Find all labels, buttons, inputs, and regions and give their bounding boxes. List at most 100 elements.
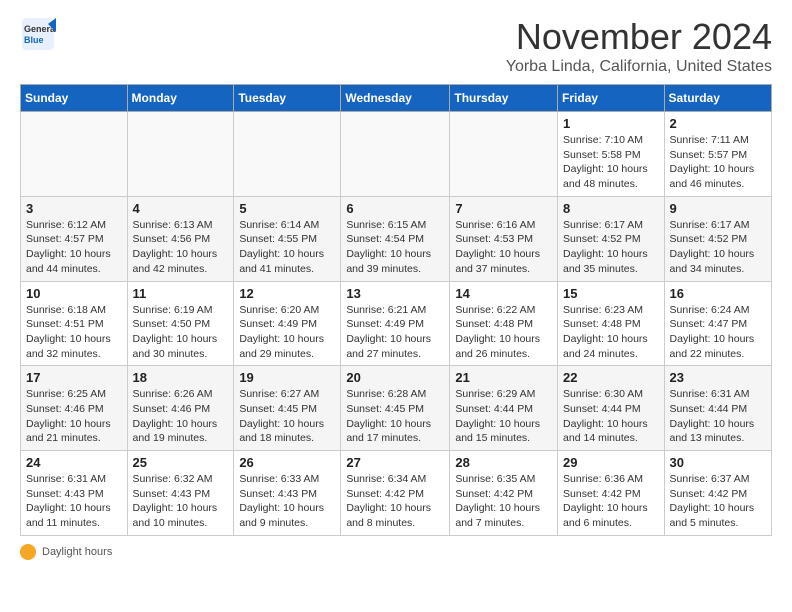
calendar-cell: 17 Sunrise: 6:25 AM Sunset: 4:46 PM Dayli… [21,366,128,451]
calendar-cell [234,112,341,197]
day-info: Sunrise: 6:21 AM Sunset: 4:49 PM Dayligh… [346,303,444,362]
day-number: 11 [133,286,229,301]
day-number: 16 [670,286,766,301]
calendar-cell: 18 Sunrise: 6:26 AM Sunset: 4:46 PM Dayli… [127,366,234,451]
day-number: 19 [239,370,335,385]
day-info: Sunrise: 6:34 AM Sunset: 4:42 PM Dayligh… [346,472,444,531]
day-number: 1 [563,116,659,131]
calendar-cell: 28Sunrise: 6:35 AM Sunset: 4:42 PM Dayli… [450,451,558,536]
day-number: 4 [133,201,229,216]
calendar-header-cell: Tuesday [234,85,341,112]
day-info: Sunrise: 6:17 AM Sunset: 4:52 PM Dayligh… [670,218,766,277]
day-number: 6 [346,201,444,216]
day-info: Sunrise: 6:16 AM Sunset: 4:53 PM Dayligh… [455,218,552,277]
logo: General Blue [20,16,56,52]
day-number: 3 [26,201,122,216]
calendar-cell: 29 Sunrise: 6:36 AM Sunset: 4:42 PM Dayli… [558,451,665,536]
calendar-cell: 30 Sunrise: 6:37 AM Sunset: 4:42 PM Dayli… [664,451,771,536]
day-number: 14 [455,286,552,301]
calendar-week-row: 17 Sunrise: 6:25 AM Sunset: 4:46 PM Dayli… [21,366,772,451]
calendar-table: SundayMondayTuesdayWednesdayThursdayFrid… [20,84,772,536]
day-number: 28 [455,455,552,470]
calendar-cell: 10 Sunrise: 6:18 AM Sunset: 4:51 PM Dayli… [21,281,128,366]
day-number: 29 [563,455,659,470]
day-info: Sunrise: 6:31 AM Sunset: 4:44 PM Dayligh… [670,387,766,446]
page-header: General Blue November 2024 Yorba Linda, … [20,16,772,76]
daylight-label: Daylight hours [42,546,112,558]
calendar-cell: 14 Sunrise: 6:22 AM Sunset: 4:48 PM Dayli… [450,281,558,366]
calendar-cell [450,112,558,197]
day-info: Sunrise: 6:23 AM Sunset: 4:48 PM Dayligh… [563,303,659,362]
day-number: 5 [239,201,335,216]
day-info: Sunrise: 6:22 AM Sunset: 4:48 PM Dayligh… [455,303,552,362]
calendar-cell: 3 Sunrise: 6:12 AM Sunset: 4:57 PM Daylig… [21,196,128,281]
day-number: 12 [239,286,335,301]
day-info: Sunrise: 6:30 AM Sunset: 4:44 PM Dayligh… [563,387,659,446]
day-number: 24 [26,455,122,470]
calendar-cell: 4Sunrise: 6:13 AM Sunset: 4:56 PM Daylig… [127,196,234,281]
calendar-header-cell: Friday [558,85,665,112]
calendar-cell: 25 Sunrise: 6:32 AM Sunset: 4:43 PM Dayli… [127,451,234,536]
calendar-cell [341,112,450,197]
day-number: 15 [563,286,659,301]
day-number: 25 [133,455,229,470]
day-number: 26 [239,455,335,470]
day-info: Sunrise: 6:18 AM Sunset: 4:51 PM Dayligh… [26,303,122,362]
calendar-cell: 26 Sunrise: 6:33 AM Sunset: 4:43 PM Dayli… [234,451,341,536]
day-number: 18 [133,370,229,385]
day-info: Sunrise: 6:33 AM Sunset: 4:43 PM Dayligh… [239,472,335,531]
day-number: 23 [670,370,766,385]
day-number: 2 [670,116,766,131]
calendar-cell: 1 Sunrise: 7:10 AM Sunset: 5:58 PM Daylig… [558,112,665,197]
logo-icon: General Blue [20,16,56,52]
day-info: Sunrise: 6:17 AM Sunset: 4:52 PM Dayligh… [563,218,659,277]
calendar-week-row: 1 Sunrise: 7:10 AM Sunset: 5:58 PM Daylig… [21,112,772,197]
calendar-cell [127,112,234,197]
calendar-cell: 19 Sunrise: 6:27 AM Sunset: 4:45 PM Dayli… [234,366,341,451]
day-info: Sunrise: 7:10 AM Sunset: 5:58 PM Dayligh… [563,133,659,192]
day-number: 8 [563,201,659,216]
day-info: Sunrise: 6:26 AM Sunset: 4:46 PM Dayligh… [133,387,229,446]
day-number: 7 [455,201,552,216]
calendar-cell: 11 Sunrise: 6:19 AM Sunset: 4:50 PM Dayli… [127,281,234,366]
title-area: November 2024 Yorba Linda, California, U… [506,16,772,76]
calendar-cell: 22 Sunrise: 6:30 AM Sunset: 4:44 PM Dayli… [558,366,665,451]
day-info: Sunrise: 6:36 AM Sunset: 4:42 PM Dayligh… [563,472,659,531]
day-number: 10 [26,286,122,301]
day-info: Sunrise: 6:37 AM Sunset: 4:42 PM Dayligh… [670,472,766,531]
calendar-header-cell: Monday [127,85,234,112]
sun-icon [20,544,36,560]
calendar-cell: 9Sunrise: 6:17 AM Sunset: 4:52 PM Daylig… [664,196,771,281]
calendar-cell: 12Sunrise: 6:20 AM Sunset: 4:49 PM Dayli… [234,281,341,366]
calendar-cell: 2Sunrise: 7:11 AM Sunset: 5:57 PM Daylig… [664,112,771,197]
calendar-cell: 13Sunrise: 6:21 AM Sunset: 4:49 PM Dayli… [341,281,450,366]
svg-text:Blue: Blue [24,35,44,45]
calendar-header-cell: Saturday [664,85,771,112]
calendar-week-row: 24 Sunrise: 6:31 AM Sunset: 4:43 PM Dayli… [21,451,772,536]
day-info: Sunrise: 6:31 AM Sunset: 4:43 PM Dayligh… [26,472,122,531]
calendar-cell: 21Sunrise: 6:29 AM Sunset: 4:44 PM Dayli… [450,366,558,451]
day-info: Sunrise: 6:32 AM Sunset: 4:43 PM Dayligh… [133,472,229,531]
day-info: Sunrise: 6:19 AM Sunset: 4:50 PM Dayligh… [133,303,229,362]
calendar-cell: 5Sunrise: 6:14 AM Sunset: 4:55 PM Daylig… [234,196,341,281]
location-title: Yorba Linda, California, United States [506,58,772,76]
day-number: 30 [670,455,766,470]
footer-note: Daylight hours [20,544,772,560]
calendar-cell: 7 Sunrise: 6:16 AM Sunset: 4:53 PM Daylig… [450,196,558,281]
day-info: Sunrise: 6:29 AM Sunset: 4:44 PM Dayligh… [455,387,552,446]
calendar-cell: 6 Sunrise: 6:15 AM Sunset: 4:54 PM Daylig… [341,196,450,281]
calendar-cell: 15 Sunrise: 6:23 AM Sunset: 4:48 PM Dayli… [558,281,665,366]
day-info: Sunrise: 6:15 AM Sunset: 4:54 PM Dayligh… [346,218,444,277]
day-number: 27 [346,455,444,470]
day-info: Sunrise: 6:25 AM Sunset: 4:46 PM Dayligh… [26,387,122,446]
calendar-header-cell: Sunday [21,85,128,112]
day-number: 22 [563,370,659,385]
day-info: Sunrise: 6:12 AM Sunset: 4:57 PM Dayligh… [26,218,122,277]
day-info: Sunrise: 6:27 AM Sunset: 4:45 PM Dayligh… [239,387,335,446]
calendar-header-cell: Wednesday [341,85,450,112]
calendar-header-cell: Thursday [450,85,558,112]
day-info: Sunrise: 6:28 AM Sunset: 4:45 PM Dayligh… [346,387,444,446]
day-number: 17 [26,370,122,385]
day-info: Sunrise: 6:24 AM Sunset: 4:47 PM Dayligh… [670,303,766,362]
calendar-body: 1 Sunrise: 7:10 AM Sunset: 5:58 PM Daylig… [21,112,772,536]
